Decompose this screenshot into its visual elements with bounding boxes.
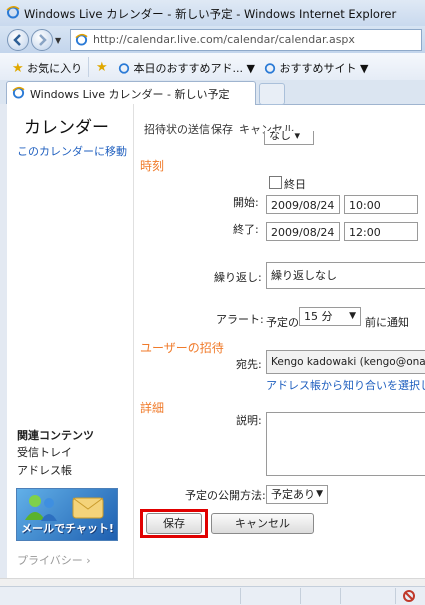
add-favorite-icon[interactable]: ★ bbox=[96, 60, 108, 75]
alert-select[interactable]: 15 分 ▼ bbox=[299, 307, 361, 326]
invite-section-header: ユーザーの招待 bbox=[140, 341, 224, 355]
back-button[interactable] bbox=[7, 29, 29, 51]
favorites-button[interactable]: ★ お気に入り bbox=[12, 60, 82, 76]
forward-arrow-icon bbox=[39, 34, 47, 46]
address-url: http://calendar.live.com/calendar/calend… bbox=[93, 33, 355, 46]
status-bar bbox=[0, 586, 425, 605]
end-time-field[interactable]: 12:00 bbox=[344, 222, 418, 241]
messenger-banner[interactable]: メールでチャット! bbox=[16, 488, 118, 541]
tab-active[interactable]: Windows Live カレンダー - 新しい予定 bbox=[6, 81, 256, 105]
alert-label: アラート: bbox=[216, 313, 264, 326]
start-date-field[interactable]: 2009/08/24 bbox=[266, 195, 340, 214]
column-divider bbox=[133, 104, 134, 578]
new-tab-button[interactable] bbox=[259, 83, 285, 105]
start-time-field[interactable]: 10:00 bbox=[344, 195, 418, 214]
send-invite-button[interactable]: 招待状の送信 bbox=[144, 121, 210, 137]
calendar-title: カレンダー bbox=[24, 118, 109, 138]
address-book-link[interactable]: アドレス帳 bbox=[17, 462, 72, 478]
partial-select[interactable]: なし ▾ bbox=[264, 131, 314, 145]
messenger-people-icon bbox=[25, 495, 104, 521]
alert-prefix: 予定の bbox=[266, 316, 299, 329]
tab-title: Windows Live カレンダー - 新しい予定 bbox=[30, 88, 230, 101]
description-label: 説明: bbox=[236, 414, 262, 427]
start-label: 開始: bbox=[233, 196, 259, 209]
publish-label: 予定の公開方法: bbox=[185, 489, 266, 502]
description-textarea[interactable] bbox=[266, 412, 425, 476]
repeat-label: 繰り返し: bbox=[214, 271, 262, 284]
favorite-item-1[interactable]: 本日のおすすめアド... ▼ bbox=[118, 60, 255, 76]
related-content-header: 関連コンテンツ bbox=[17, 429, 94, 442]
repeat-select[interactable]: 繰り返しなし bbox=[266, 262, 425, 289]
ie-page-icon bbox=[118, 63, 130, 74]
window-frame bbox=[0, 104, 7, 586]
tab-favicon-icon bbox=[12, 86, 25, 99]
address-bar[interactable]: http://calendar.live.com/calendar/calend… bbox=[70, 29, 422, 51]
back-arrow-icon bbox=[13, 34, 21, 46]
cancel-button[interactable]: キャンセル bbox=[211, 513, 314, 534]
to-label: 宛先: bbox=[236, 358, 262, 371]
allday-label: 終日 bbox=[284, 178, 306, 191]
pick-contacts-link[interactable]: アドレス帳から知り合いを選択して bbox=[266, 377, 425, 393]
details-section-header: 詳細 bbox=[140, 401, 165, 415]
alert-suffix: 前に通知 bbox=[365, 316, 409, 329]
favorites-star-icon: ★ bbox=[12, 61, 24, 76]
history-dropdown-icon[interactable]: ▼ bbox=[55, 36, 61, 45]
allday-checkbox[interactable] bbox=[269, 176, 282, 189]
page-icon bbox=[75, 33, 88, 46]
favorites-divider bbox=[88, 57, 89, 77]
dropdown-arrow-icon: ▼ bbox=[316, 489, 323, 499]
privacy-link[interactable]: プライバシー › bbox=[17, 552, 91, 568]
ie-logo-icon bbox=[6, 6, 20, 19]
ie-page-icon bbox=[264, 63, 276, 74]
favorite-item-2[interactable]: おすすめサイト ▼ bbox=[264, 60, 368, 76]
time-section-header: 時刻 bbox=[140, 159, 165, 173]
dropdown-arrow-icon: ▼ bbox=[349, 311, 356, 321]
window-title: Windows Live カレンダー - 新しい予定 - Windows Int… bbox=[24, 7, 397, 21]
banner-text: メールでチャット! bbox=[21, 522, 114, 535]
title-bar: Windows Live カレンダー - 新しい予定 - Windows Int… bbox=[0, 0, 425, 26]
publish-select[interactable]: 予定あり ▼ bbox=[266, 485, 328, 504]
save-button[interactable]: 保存 bbox=[146, 513, 202, 534]
security-zone-icon[interactable] bbox=[402, 589, 416, 603]
chevron-right-icon: › bbox=[86, 554, 91, 567]
forward-button[interactable] bbox=[31, 29, 53, 51]
to-field[interactable]: Kengo kadowaki (kengo@onair bbox=[266, 350, 425, 374]
end-label: 終了: bbox=[233, 223, 259, 236]
end-date-field[interactable]: 2009/08/24 bbox=[266, 222, 340, 241]
inbox-link[interactable]: 受信トレイ bbox=[17, 444, 72, 460]
toolbar-save-button[interactable]: 保存 bbox=[211, 121, 233, 137]
goto-calendar-link[interactable]: このカレンダーに移動 bbox=[17, 143, 127, 159]
